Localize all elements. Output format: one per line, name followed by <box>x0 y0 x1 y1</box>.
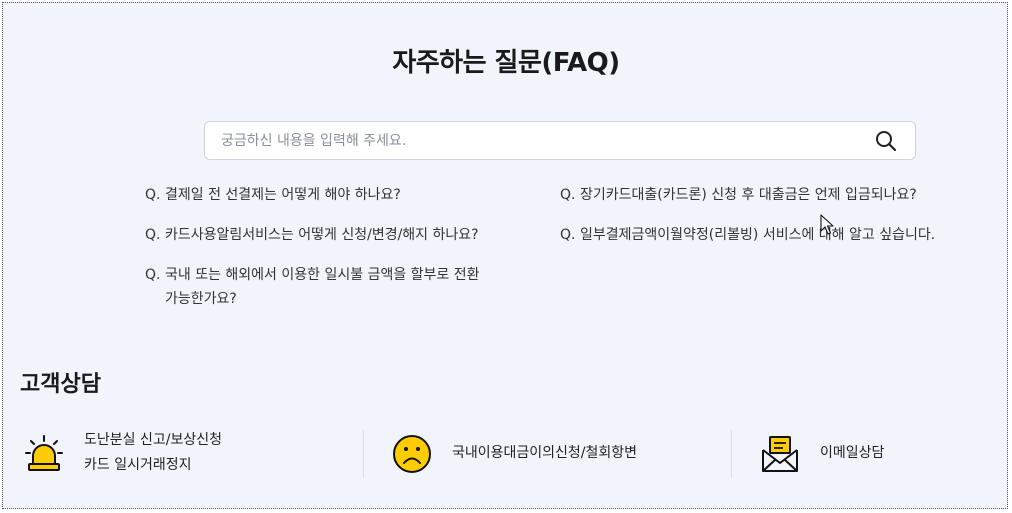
faq-search-box <box>204 121 916 160</box>
faq-question-1[interactable]: Q. 결제일 전 선결제는 어떻게 해야 하나요? <box>145 183 401 207</box>
email-icon <box>762 436 798 472</box>
cs-lost-card-label-2: 카드 일시거래정지 <box>84 457 192 473</box>
question-text: 장기카드대출(카드론) 신청 후 대출금은 언제 입금되나요? <box>580 187 917 203</box>
cs-dispute[interactable]: 국내이용대금이의신청/철회항변 <box>392 428 722 480</box>
siren-icon <box>25 435 63 471</box>
mouse-cursor-icon <box>820 214 834 235</box>
faq-title: 자주하는 질문(FAQ) <box>392 48 620 78</box>
cs-email-label: 이메일상담 <box>820 445 885 461</box>
customer-service-title: 고객상담 <box>20 372 101 397</box>
sad-face-icon <box>393 435 431 473</box>
faq-question-3[interactable]: Q. 카드사용알림서비스는 어떻게 신청/변경/해지 하나요? <box>145 223 479 247</box>
search-icon[interactable] <box>875 130 897 152</box>
cs-email[interactable]: 이메일상담 <box>760 428 980 480</box>
question-prefix: Q. <box>560 187 576 203</box>
question-prefix: Q. <box>560 227 576 243</box>
question-prefix: Q. <box>145 267 161 283</box>
faq-question-4[interactable]: Q. 일부결제금액이월약정(리볼빙) 서비스에 대해 알고 싶습니다. <box>560 223 935 247</box>
question-text: 결제일 전 선결제는 어떻게 해야 하나요? <box>165 187 401 203</box>
faq-search-input[interactable] <box>221 122 861 159</box>
question-prefix: Q. <box>145 187 161 203</box>
cs-lost-card[interactable]: 도난분실 신고/보상신청 카드 일시거래정지 <box>24 428 354 480</box>
cs-dispute-label: 국내이용대금이의신청/철회항변 <box>452 445 638 461</box>
question-text-line2: 가능한가요? <box>165 291 237 307</box>
divider <box>363 430 364 478</box>
question-prefix: Q. <box>145 227 161 243</box>
cs-lost-card-label-1: 도난분실 신고/보상신청 <box>84 432 222 448</box>
question-text-line1: 국내 또는 해외에서 이용한 일시불 금액을 할부로 전환 <box>165 267 480 283</box>
divider <box>731 430 732 478</box>
faq-question-2[interactable]: Q. 장기카드대출(카드론) 신청 후 대출금은 언제 입금되나요? <box>560 183 917 207</box>
faq-question-5[interactable]: Q. 국내 또는 해외에서 이용한 일시불 금액을 할부로 전환가능한가요? <box>145 263 480 311</box>
question-text: 카드사용알림서비스는 어떻게 신청/변경/해지 하나요? <box>165 227 479 243</box>
question-text: 일부결제금액이월약정(리볼빙) 서비스에 대해 알고 싶습니다. <box>580 227 936 243</box>
